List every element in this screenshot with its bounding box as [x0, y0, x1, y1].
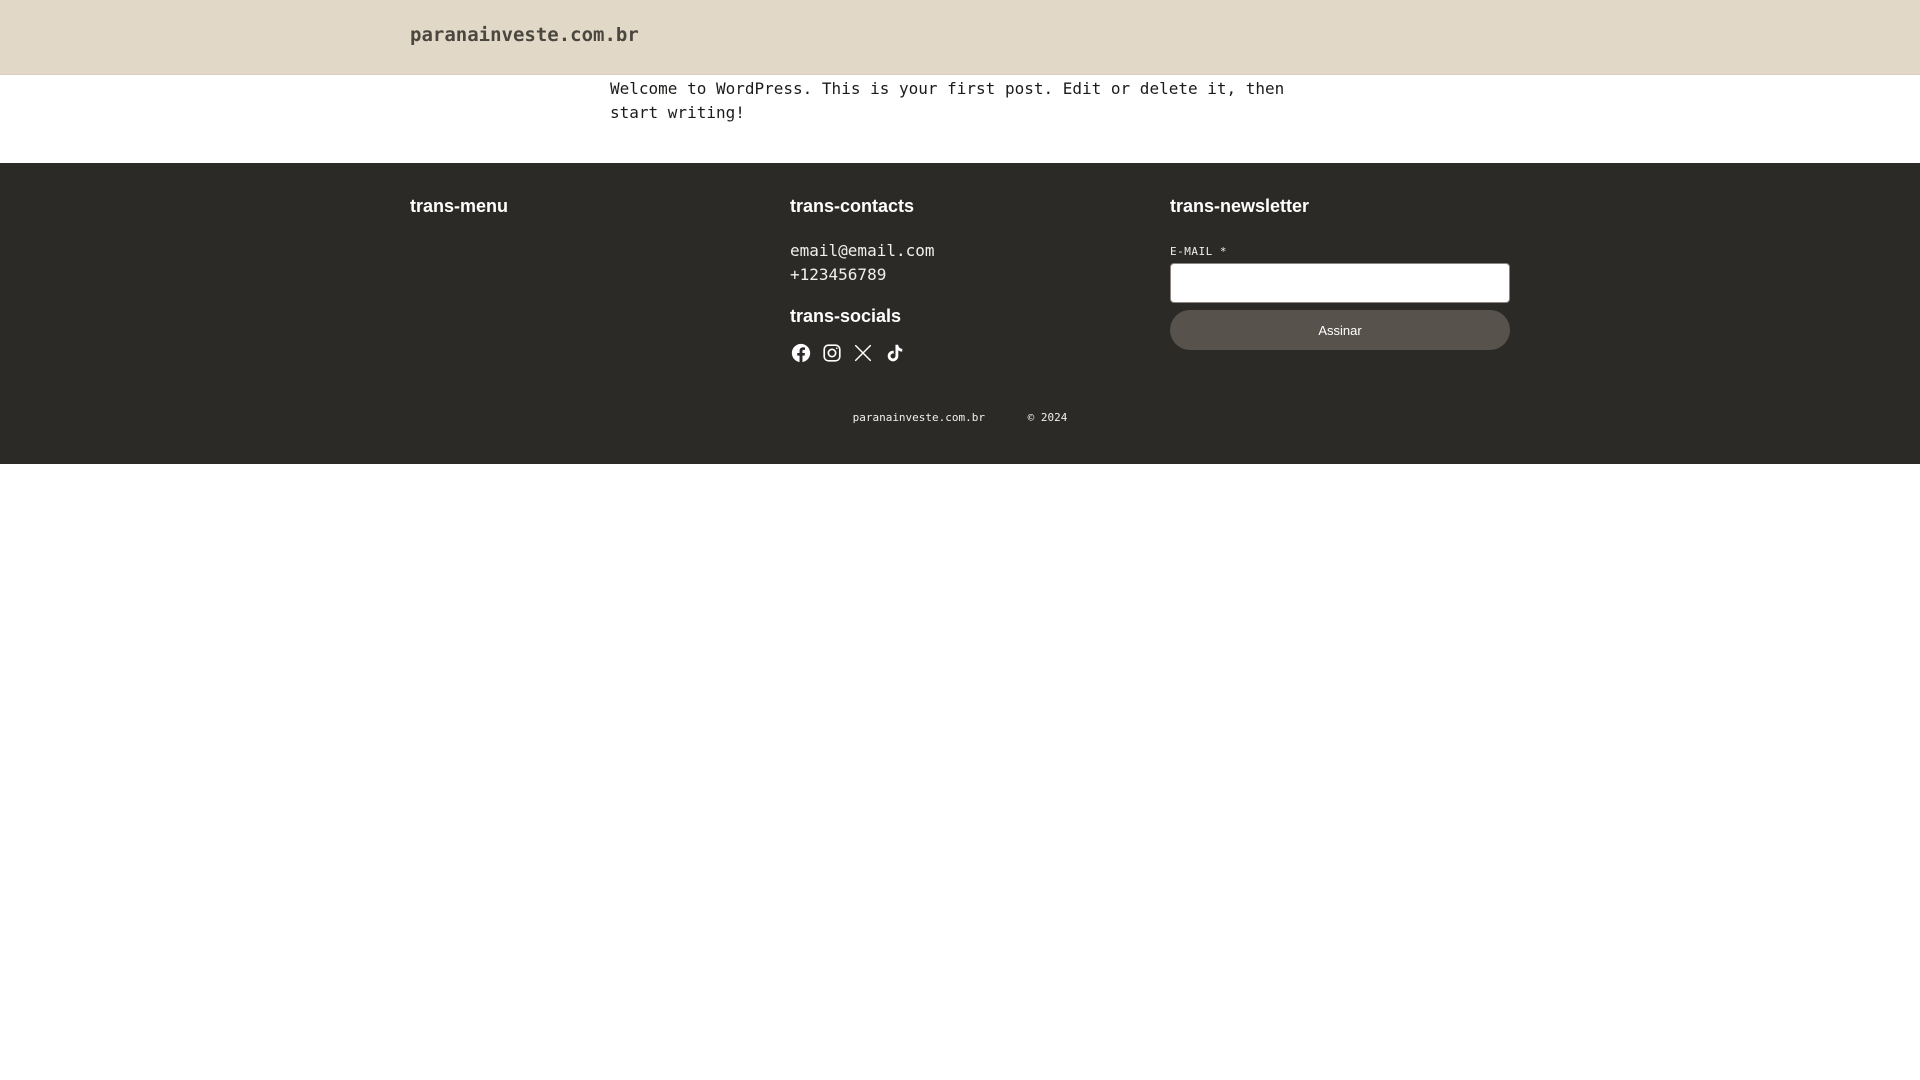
subscribe-button[interactable]: Assinar	[1170, 310, 1510, 350]
contact-email: email@email.com	[790, 241, 935, 260]
tiktok-icon[interactable]	[883, 342, 905, 364]
site-title-link[interactable]: paranainveste.com.br	[410, 24, 639, 46]
site-header: paranainveste.com.br	[0, 0, 1920, 75]
footer-copyright: © 2024	[1027, 411, 1068, 424]
contact-lines: email@email.com +123456789	[790, 239, 1130, 287]
email-label: E-MAIL *	[1170, 245, 1227, 258]
social-icons	[790, 341, 1130, 365]
contacts-heading: trans-contacts	[790, 196, 915, 216]
facebook-icon[interactable]	[790, 342, 812, 364]
newsletter-heading: trans-newsletter	[1170, 196, 1310, 216]
menu-heading: trans-menu	[410, 196, 509, 216]
socials-heading: trans-socials	[790, 306, 902, 326]
instagram-icon[interactable]	[821, 342, 843, 364]
footer-bottom: paranainveste.com.br © 2024	[0, 411, 1920, 425]
footer-menu-column: trans-menu	[410, 195, 750, 217]
post-text: Welcome to WordPress. This is your first…	[610, 79, 1285, 122]
footer-newsletter-column: trans-newsletter E-MAIL * Assinar	[1170, 195, 1510, 350]
x-icon[interactable]	[852, 342, 874, 364]
site-footer: trans-menu trans-contacts email@email.co…	[0, 163, 1920, 464]
email-input[interactable]	[1170, 263, 1510, 303]
post-content: Welcome to WordPress. This is your first…	[610, 75, 1310, 125]
contact-phone: +123456789	[790, 265, 887, 284]
footer-contacts-column: trans-contacts email@email.com +12345678…	[790, 195, 1130, 365]
footer-site-name: paranainveste.com.br	[852, 411, 986, 424]
